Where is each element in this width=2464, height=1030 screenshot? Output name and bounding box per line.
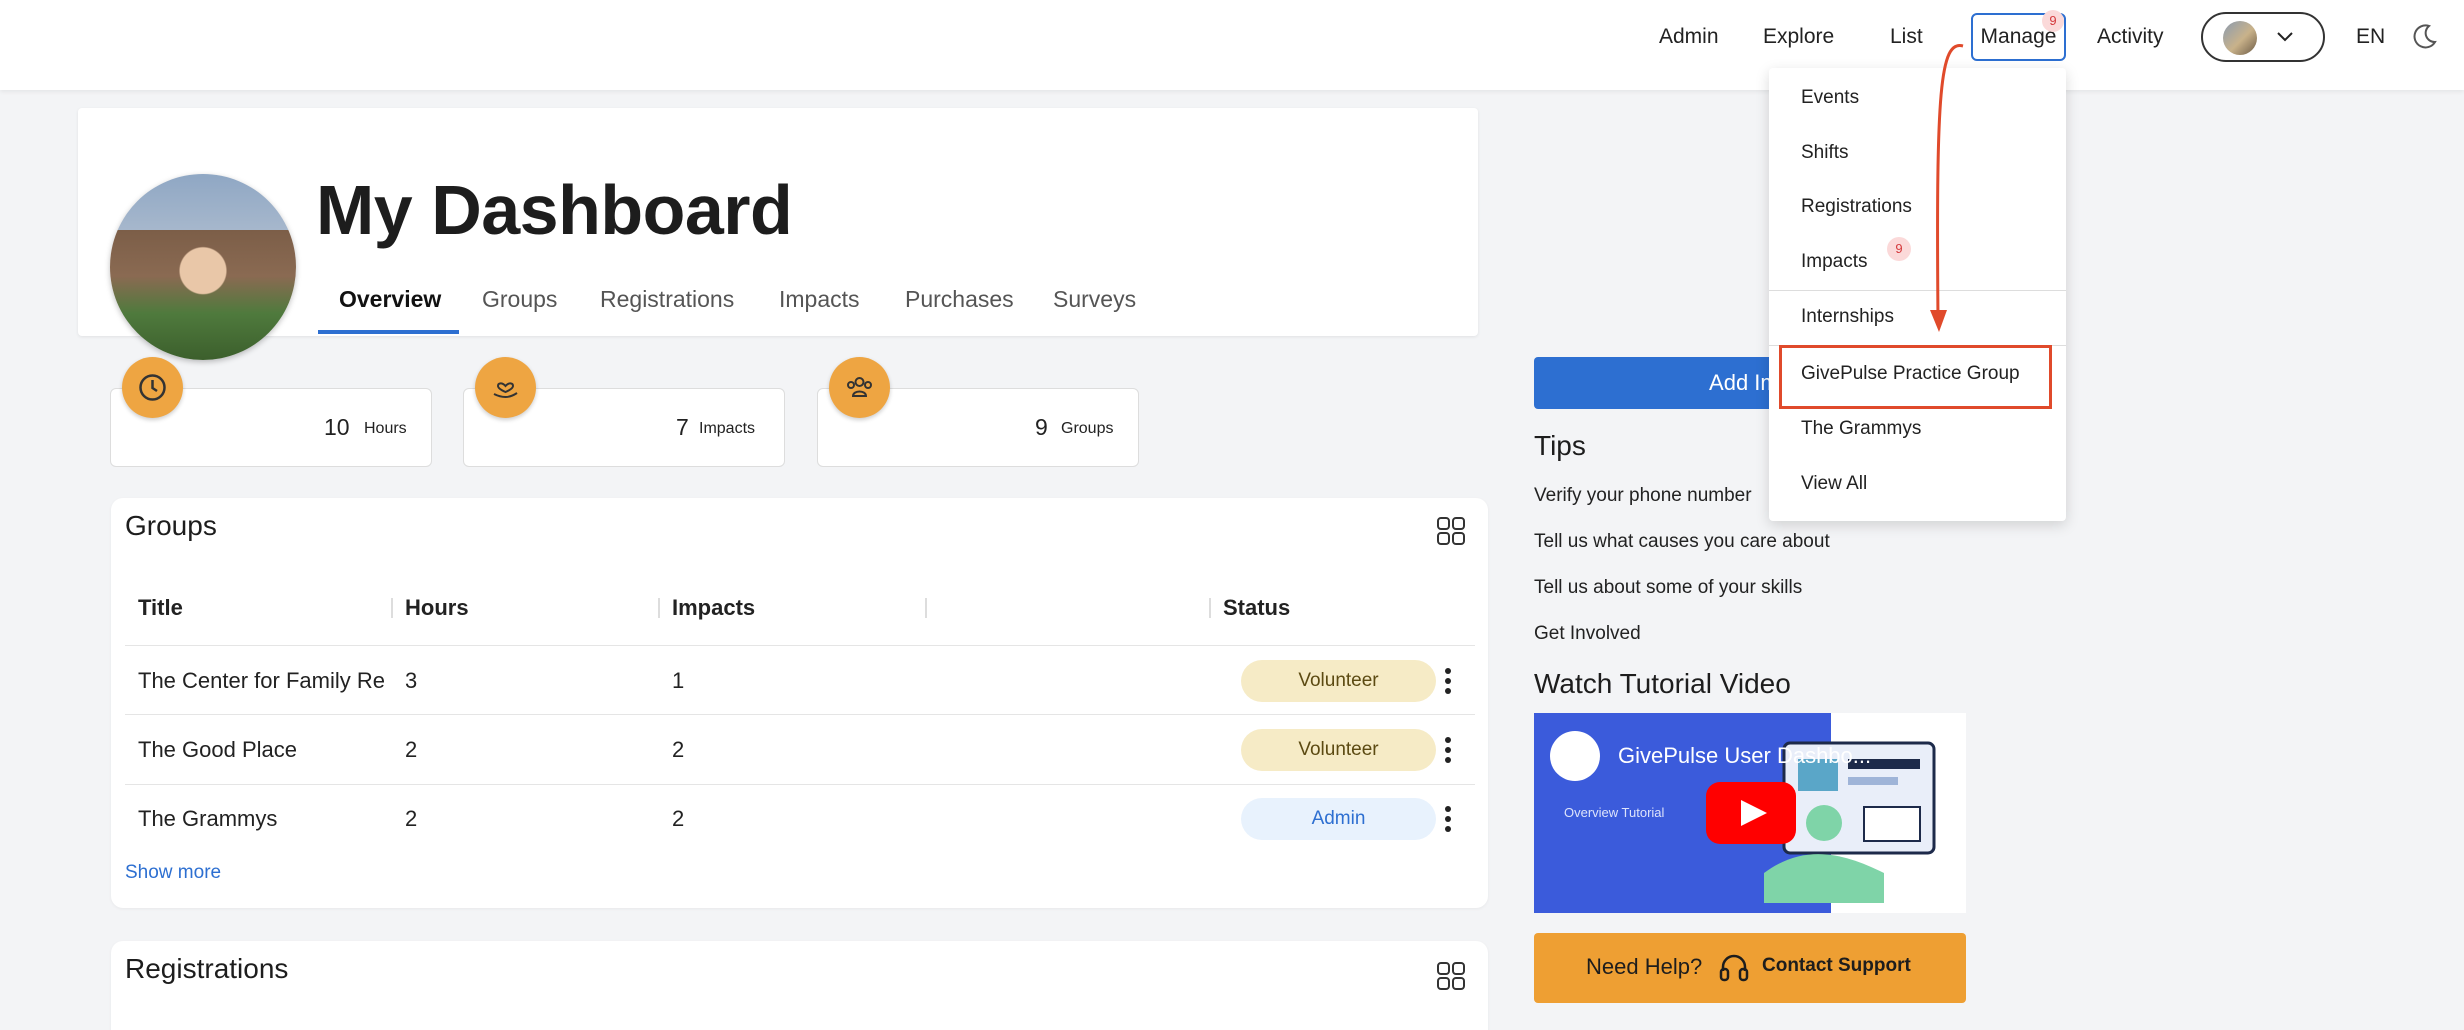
column-header-impacts[interactable]: Impacts bbox=[672, 595, 755, 621]
language-selector[interactable]: EN bbox=[2356, 22, 2385, 52]
menu-item-the-grammys[interactable]: The Grammys bbox=[1801, 418, 1921, 440]
group-impacts: 2 bbox=[672, 806, 685, 831]
video-subtitle: Overview Tutorial bbox=[1564, 805, 1665, 820]
column-header-status[interactable]: Status bbox=[1223, 595, 1290, 621]
status-badge: Admin bbox=[1241, 798, 1436, 840]
menu-item-shifts[interactable]: Shifts bbox=[1801, 142, 1849, 164]
video-heading: GivePulse User Dashbo... bbox=[1618, 743, 1872, 768]
group-hours: 2 bbox=[405, 806, 418, 831]
row-divider bbox=[125, 784, 1475, 785]
stat-hours-unit: Hours bbox=[364, 420, 407, 437]
need-help-label: Need Help? bbox=[1586, 954, 1703, 979]
tutorial-video[interactable]: GivePulse User Dashbo... Overview Tutori… bbox=[1534, 713, 1966, 913]
groups-card bbox=[111, 498, 1488, 908]
menu-item-internships[interactable]: Internships bbox=[1801, 306, 1894, 328]
stat-impacts-value: 7 bbox=[676, 414, 689, 440]
heart-hand-icon bbox=[475, 357, 536, 418]
highlight-annotation bbox=[1779, 345, 2052, 409]
group-hours: 2 bbox=[405, 737, 418, 762]
tip-link[interactable]: Tell us what causes you care about bbox=[1534, 531, 1830, 553]
tips-title: Tips bbox=[1534, 430, 1586, 461]
menu-item-view-all[interactable]: View All bbox=[1801, 473, 1867, 495]
play-icon[interactable] bbox=[1706, 782, 1796, 844]
registrations-title: Registrations bbox=[125, 953, 289, 984]
stat-impacts-unit: Impacts bbox=[699, 420, 756, 437]
stat-groups-unit: Groups bbox=[1061, 420, 1114, 437]
column-divider bbox=[925, 598, 927, 618]
registrations-card bbox=[111, 941, 1488, 1030]
column-divider bbox=[1209, 598, 1211, 618]
avatar bbox=[2223, 21, 2257, 55]
group-impacts: 2 bbox=[672, 737, 685, 762]
show-more-link[interactable]: Show more bbox=[125, 862, 221, 884]
nav-admin[interactable]: Admin bbox=[1659, 22, 1719, 52]
more-options-icon[interactable] bbox=[1441, 668, 1455, 698]
column-header-hours[interactable]: Hours bbox=[405, 595, 469, 621]
more-options-icon[interactable] bbox=[1441, 806, 1455, 836]
group-title[interactable]: The Center for Family Re bbox=[138, 668, 393, 694]
more-options-icon[interactable] bbox=[1441, 737, 1455, 767]
manage-notification-badge: 9 bbox=[2042, 10, 2064, 32]
chevron-down-icon bbox=[2277, 32, 2293, 42]
column-header-title[interactable]: Title bbox=[138, 595, 183, 621]
menu-item-registrations[interactable]: Registrations bbox=[1801, 196, 1912, 218]
column-divider bbox=[658, 598, 660, 618]
row-divider bbox=[125, 714, 1475, 715]
tab-overview[interactable]: Overview bbox=[339, 286, 441, 313]
help-button[interactable]: Need Help? Contact Support bbox=[1534, 933, 1966, 1003]
tab-impacts[interactable]: Impacts bbox=[779, 286, 860, 313]
status-badge: Volunteer bbox=[1241, 660, 1436, 702]
tab-registrations[interactable]: Registrations bbox=[600, 286, 734, 313]
dark-mode-icon[interactable] bbox=[2411, 22, 2439, 50]
annotation-arrow-icon bbox=[1930, 44, 1964, 332]
active-tab-indicator bbox=[318, 330, 459, 334]
tip-link[interactable]: Verify your phone number bbox=[1534, 485, 1752, 507]
grid-view-icon[interactable] bbox=[1436, 961, 1466, 991]
video-title: Watch Tutorial Video bbox=[1534, 668, 1791, 699]
profile-photo bbox=[110, 174, 296, 360]
contact-support-label: Contact Support bbox=[1762, 955, 1911, 976]
tab-surveys[interactable]: Surveys bbox=[1053, 286, 1136, 313]
menu-item-events[interactable]: Events bbox=[1801, 87, 1859, 109]
menu-item-impacts[interactable]: Impacts bbox=[1801, 251, 1868, 273]
user-menu-button[interactable] bbox=[2201, 12, 2325, 62]
tab-purchases[interactable]: Purchases bbox=[905, 286, 1014, 313]
tab-groups[interactable]: Groups bbox=[482, 286, 557, 313]
people-icon bbox=[829, 357, 890, 418]
group-hours: 3 bbox=[405, 668, 418, 693]
page-title: My Dashboard bbox=[316, 171, 793, 249]
group-impacts: 1 bbox=[672, 668, 685, 693]
tip-link[interactable]: Get Involved bbox=[1534, 623, 1641, 645]
givepulse-logo-icon bbox=[1550, 731, 1600, 781]
headset-icon bbox=[1719, 954, 1749, 982]
nav-activity[interactable]: Activity bbox=[2097, 22, 2164, 52]
group-title[interactable]: The Grammys bbox=[138, 806, 393, 832]
column-divider bbox=[391, 598, 393, 618]
tip-link[interactable]: Tell us about some of your skills bbox=[1534, 577, 1802, 599]
group-title[interactable]: The Good Place bbox=[138, 737, 393, 763]
grid-view-icon[interactable] bbox=[1436, 516, 1466, 546]
stat-hours-value: 10 bbox=[324, 414, 350, 440]
groups-title: Groups bbox=[125, 510, 217, 541]
clock-icon bbox=[122, 357, 183, 418]
top-nav: Admin Explore List Manage 9 Activity EN bbox=[0, 0, 2464, 90]
nav-explore[interactable]: Explore bbox=[1763, 22, 1834, 52]
stat-groups-value: 9 bbox=[1035, 414, 1048, 440]
status-badge: Volunteer bbox=[1241, 729, 1436, 771]
row-divider bbox=[125, 645, 1475, 646]
